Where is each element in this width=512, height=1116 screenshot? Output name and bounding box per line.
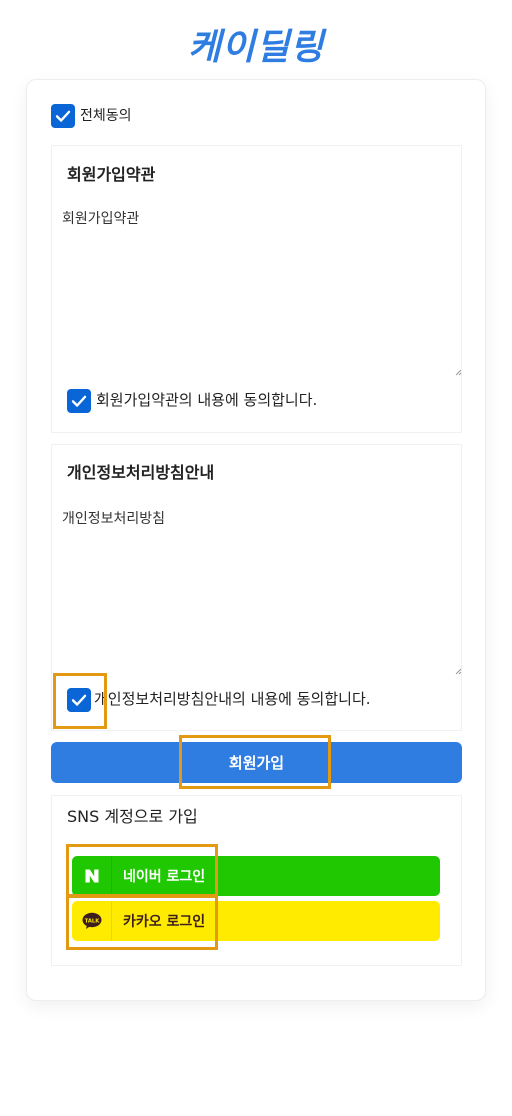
- checkmark-icon: [71, 694, 87, 706]
- naver-icon: [72, 856, 112, 896]
- privacy-title: 개인정보처리방침안내: [67, 463, 215, 482]
- terms-agree-checkbox[interactable]: [67, 389, 91, 413]
- privacy-agree-label[interactable]: 개인정보처리방침안내의 내용에 동의합니다.: [94, 688, 371, 709]
- kakao-login-button[interactable]: TALK 카카오 로그인: [72, 901, 440, 941]
- kakao-talk-icon: TALK: [72, 901, 112, 941]
- checkmark-icon: [55, 110, 71, 122]
- naver-login-label: 네이버 로그인: [123, 869, 206, 885]
- terms-title: 회원가입약관: [67, 165, 156, 184]
- naver-login-button[interactable]: 네이버 로그인: [72, 856, 440, 896]
- sns-title: SNS 계정으로 가입: [67, 807, 198, 826]
- all-agree-label[interactable]: 전체동의: [80, 105, 132, 125]
- all-agree-checkbox[interactable]: [51, 104, 75, 128]
- terms-agree-label[interactable]: 회원가입약관의 내용에 동의합니다.: [96, 389, 317, 410]
- privacy-agree-checkbox[interactable]: [67, 688, 91, 712]
- terms-textarea[interactable]: 회원가입약관: [62, 208, 139, 228]
- site-logo[interactable]: 케이딜링: [0, 18, 512, 68]
- privacy-textarea[interactable]: 개인정보처리방침: [62, 508, 165, 528]
- resize-grip-icon[interactable]: [454, 667, 462, 675]
- svg-text:TALK: TALK: [84, 918, 99, 924]
- resize-grip-icon[interactable]: [454, 368, 462, 376]
- kakao-login-label: 카카오 로그인: [123, 914, 206, 930]
- checkmark-icon: [71, 395, 87, 407]
- signup-button[interactable]: 회원가입: [51, 742, 462, 783]
